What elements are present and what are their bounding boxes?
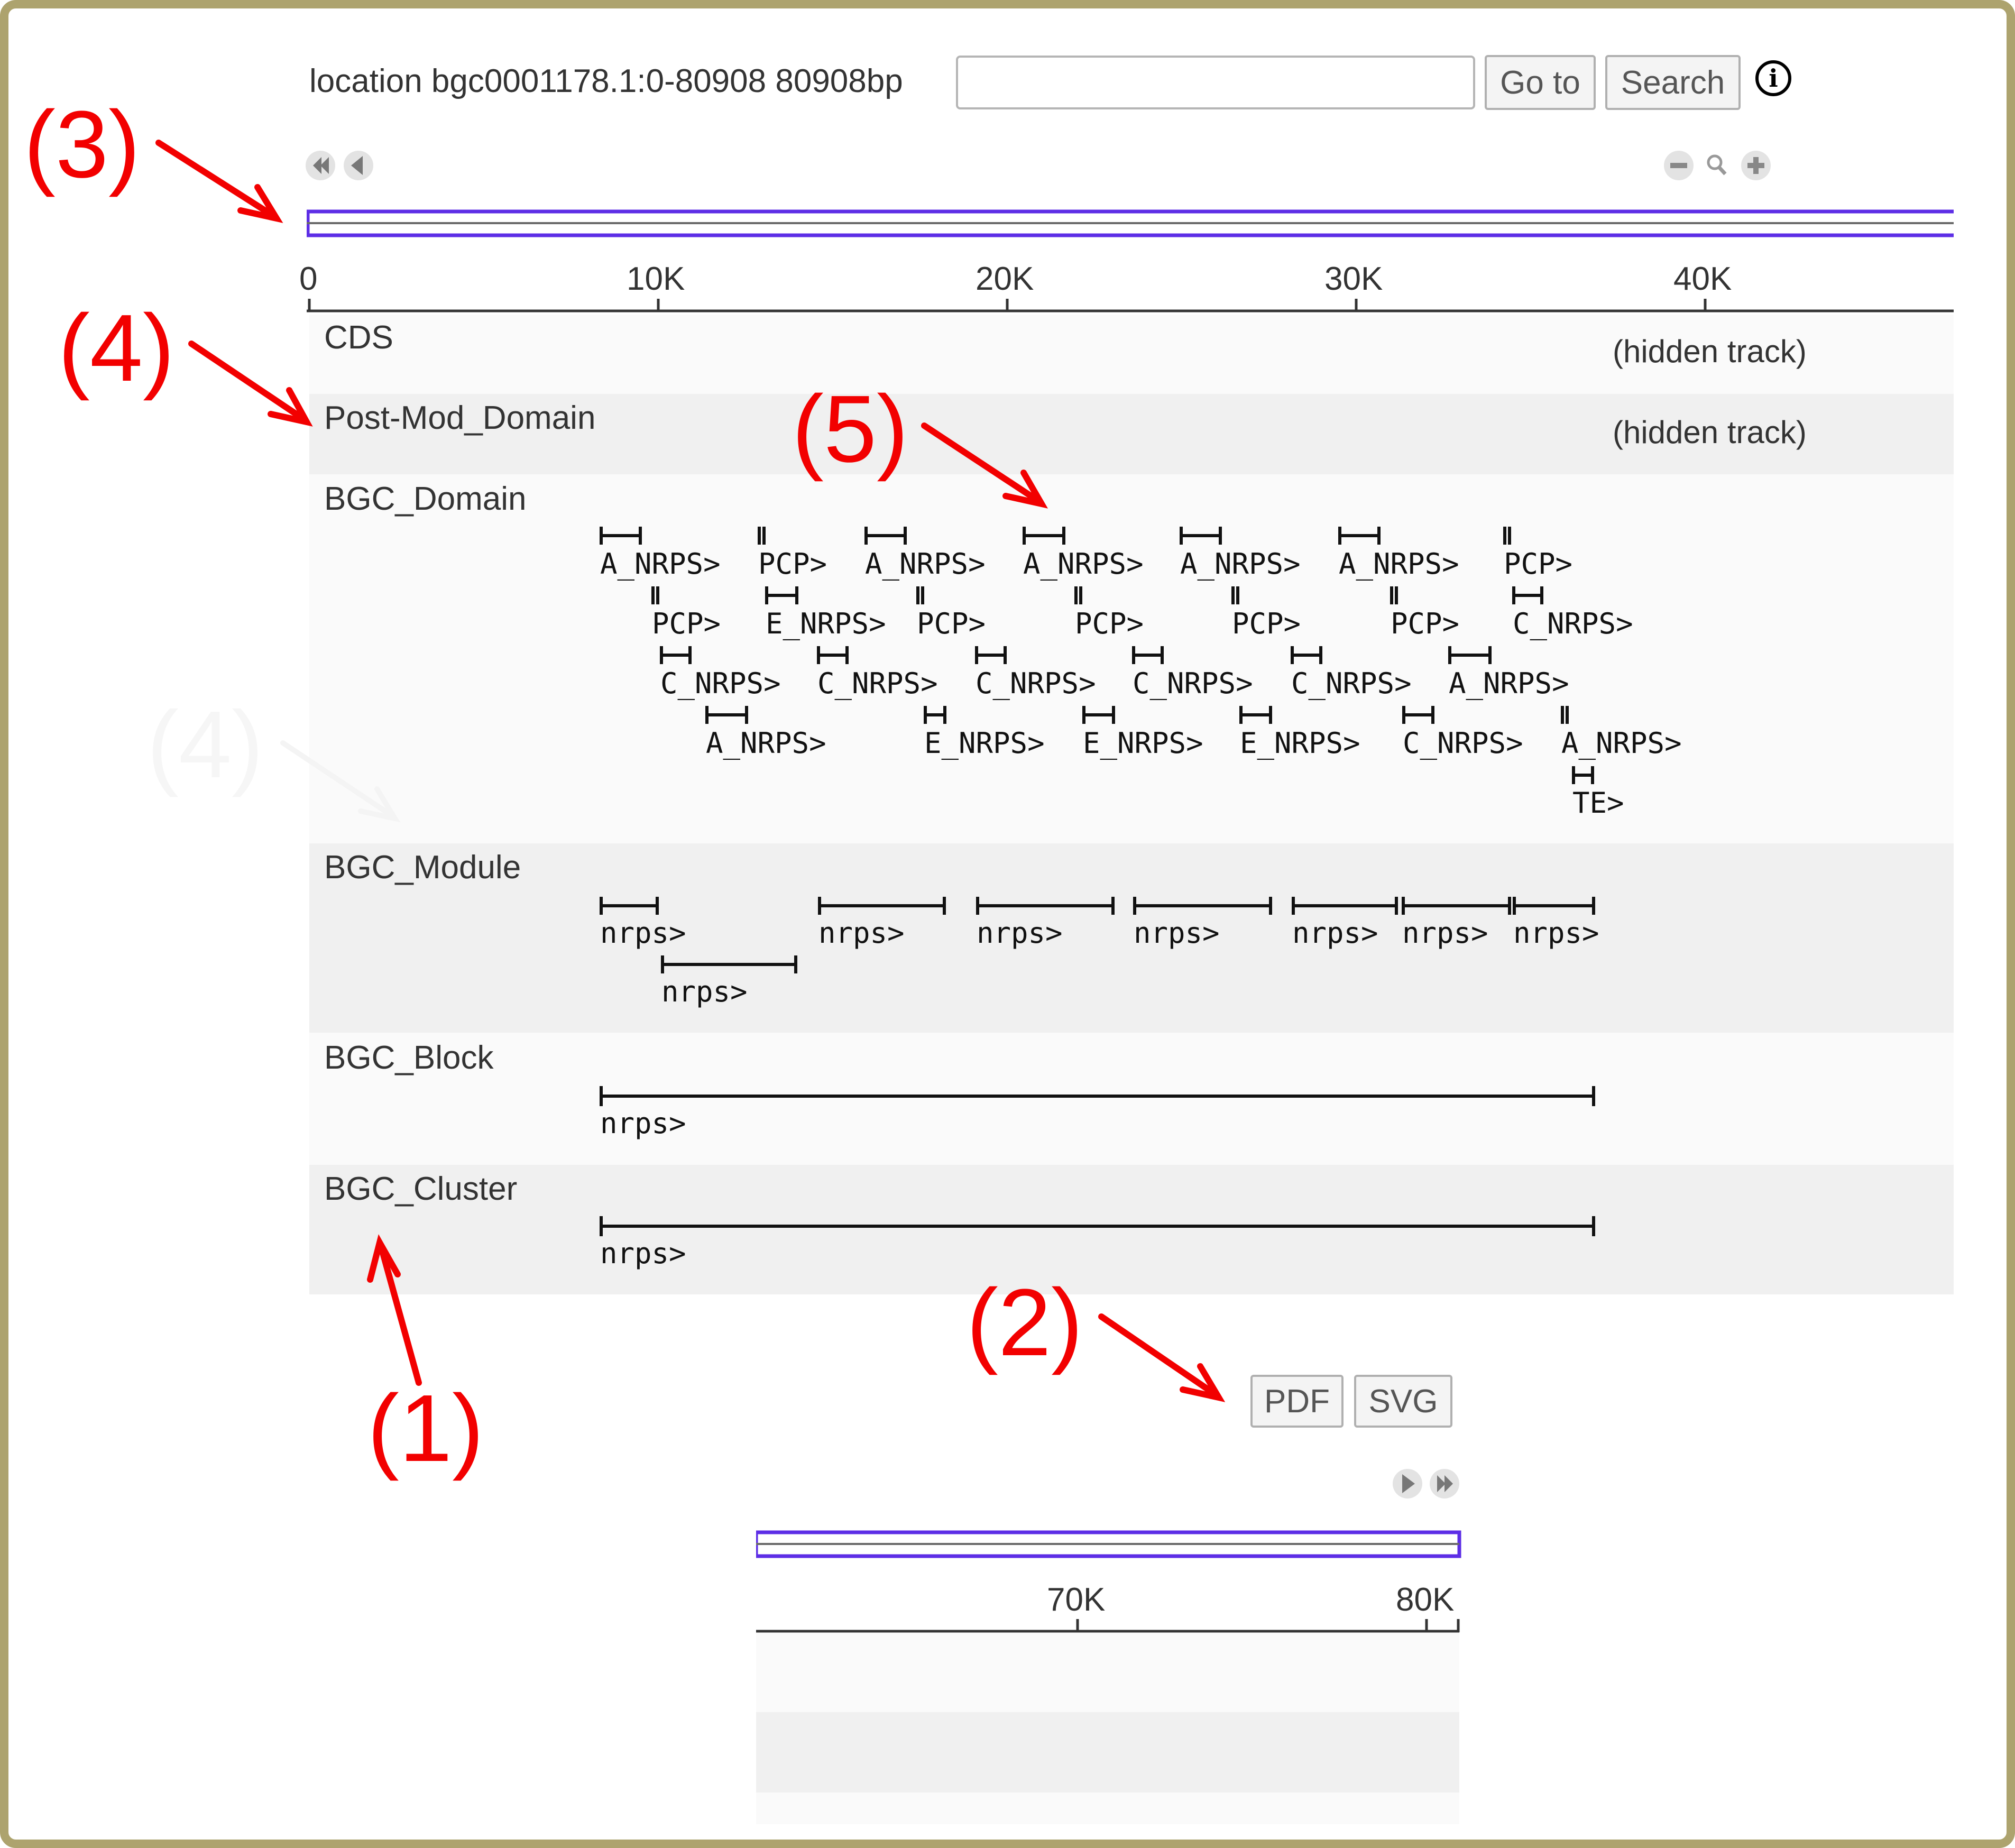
annotation-label-2: (2) (967, 1270, 1083, 1376)
annotation-label-4: (4) (58, 295, 174, 401)
annotation-arrow-4 (188, 341, 313, 427)
annotation-arrows (155, 140, 1226, 1402)
annotation-label-5: (5) (792, 376, 908, 482)
annotation-arrow-3 (155, 140, 283, 223)
annotation-arrow-2 (1098, 1313, 1226, 1402)
annotation-label-4-faded: (4) (147, 692, 263, 798)
annotation-arrow-1 (367, 1234, 422, 1386)
annotation-label-3: (3) (24, 91, 140, 198)
annotation-label-1: (1) (367, 1375, 484, 1482)
annotation-arrow-5 (921, 422, 1048, 509)
faded-annotation-arrow (280, 740, 401, 823)
